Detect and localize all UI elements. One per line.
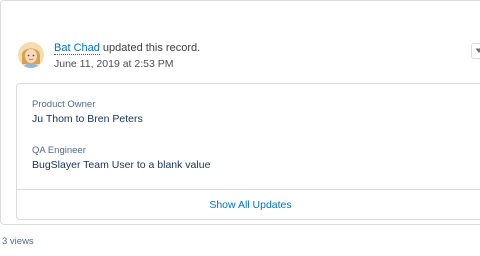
user-avatar-icon[interactable] xyxy=(18,42,44,68)
tracked-changes-box: Product Owner Ju Thom to Bren Peters QA … xyxy=(16,83,480,220)
change-field-value: BugSlayer Team User to a blank value xyxy=(32,159,211,171)
view-count: 3 views xyxy=(2,236,34,247)
show-all-updates-button[interactable]: Show All Updates xyxy=(17,190,480,220)
feed-item-timestamp[interactable]: June 11, 2019 at 2:53 PM xyxy=(54,58,173,70)
change-field-label: QA Engineer xyxy=(32,145,86,156)
feed-item-header: Bat Chad updated this record. xyxy=(54,42,200,55)
author-link[interactable]: Bat Chad xyxy=(54,42,100,55)
change-field-label: Product Owner xyxy=(32,99,96,110)
chevron-down-icon xyxy=(475,48,480,53)
feed-item-menu-button[interactable] xyxy=(471,43,480,59)
feed-item-card: Bat Chad updated this record. June 11, 2… xyxy=(0,0,480,225)
change-field-value: Ju Thom to Bren Peters xyxy=(32,113,143,125)
action-text: updated this record. xyxy=(99,42,201,54)
